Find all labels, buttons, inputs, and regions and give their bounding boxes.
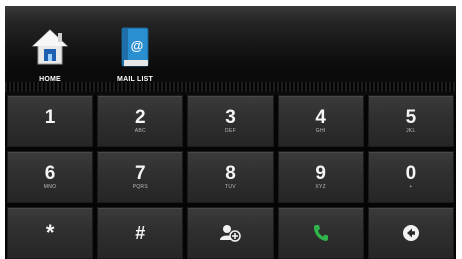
key-0[interactable]: 0 + [367,151,454,203]
add-contact-button[interactable] [187,207,274,259]
key-digit: 8 [225,162,236,184]
key-letters: TUV [225,183,236,190]
key-digit: 1 [44,106,56,128]
address-book-icon: @ [118,26,152,75]
key-letters: XYZ [315,183,326,190]
key-digit: 2 [135,106,146,128]
key-letters: + [409,183,413,190]
key-letters: PQRS [132,183,148,190]
key-digit: 9 [315,162,326,184]
key-9[interactable]: 9 XYZ [277,151,364,203]
key-digit: 7 [135,162,146,184]
key-1[interactable]: 1 [7,95,94,147]
key-digit: # [135,223,146,243]
key-8[interactable]: 8 TUV [187,151,274,203]
backspace-button[interactable] [367,207,454,259]
mail-list-button[interactable]: @ MAIL LIST [100,18,170,88]
key-digit: * [45,220,55,245]
top-navigation-bar: HOME @ MAIL LIST [5,6,456,96]
phone-dialer-screen: HOME @ MAIL LIST 1 2 ABC 3 DEF 4 GHI 5 J… [5,6,456,259]
key-2[interactable]: 2 ABC [97,95,184,147]
dial-keypad: 1 2 ABC 3 DEF 4 GHI 5 JKL 6 MNO 7 PQRS 8 [5,95,456,259]
key-5[interactable]: 5 JKL [367,95,454,147]
home-icon [31,28,69,73]
mail-list-label: MAIL LIST [117,76,153,83]
key-letters: JKL [406,127,416,134]
backspace-icon [402,224,420,242]
key-letters: DEF [225,127,236,134]
svg-text:@: @ [131,38,144,53]
key-digit: 0 [405,162,417,184]
key-hash[interactable]: # [97,207,184,259]
key-letters: GHI [315,127,326,134]
key-letters: ABC [134,127,146,134]
key-digit: 3 [225,106,236,128]
key-letters: MNO [43,183,57,190]
add-contact-icon [219,224,242,242]
home-label: HOME [39,76,61,83]
key-star[interactable]: * [7,207,94,259]
home-button[interactable]: HOME [15,18,85,88]
key-6[interactable]: 6 MNO [7,151,94,203]
phone-call-icon [313,224,329,242]
key-digit: 4 [315,106,326,128]
key-digit: 6 [44,162,56,184]
call-button[interactable] [277,207,364,259]
key-digit: 5 [405,106,417,128]
key-4[interactable]: 4 GHI [277,95,364,147]
key-7[interactable]: 7 PQRS [97,151,184,203]
key-3[interactable]: 3 DEF [187,95,274,147]
